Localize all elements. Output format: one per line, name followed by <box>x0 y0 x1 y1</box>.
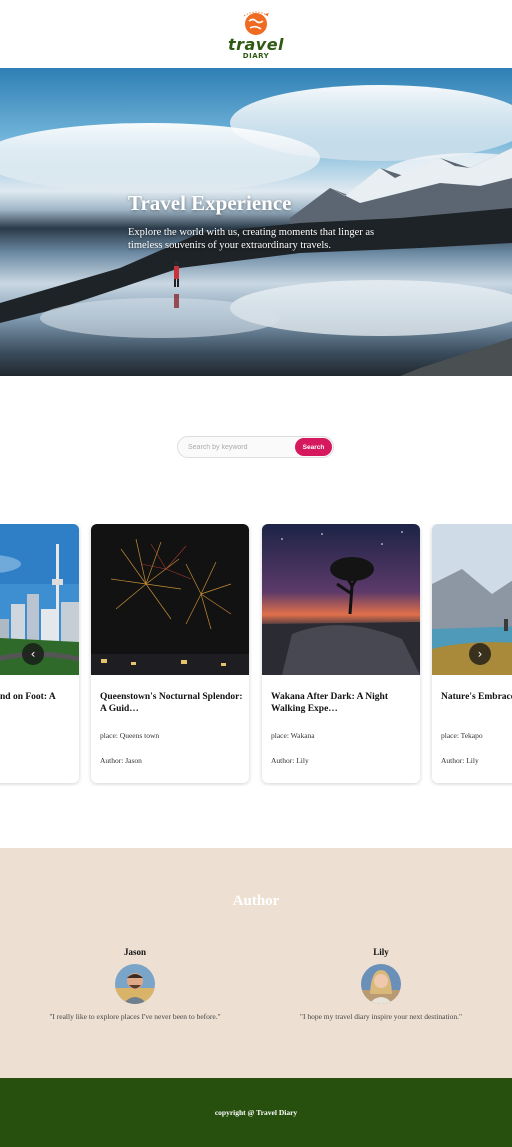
author-section: Author Jason "I really like to explore p… <box>0 848 512 1078</box>
author-card: Jason "I really like to explore places I… <box>15 947 255 1021</box>
chevron-left-icon[interactable]: ‹ <box>22 643 44 665</box>
card-title: Nature's Embrace Walkthroug… <box>441 692 512 702</box>
chevron-right-icon[interactable]: › <box>469 643 491 665</box>
card-place: place: Tekapo <box>441 731 483 740</box>
logo-subtext: DIARY <box>242 52 270 60</box>
site-footer: copyright @ Travel Diary <box>0 1078 512 1147</box>
author-quote: "I really like to explore places I've ne… <box>49 1012 221 1021</box>
card-place: place: Wakana <box>271 731 315 740</box>
copyright-text: copyright @ Travel Diary <box>214 1108 298 1117</box>
post-carousel: nd on Foot: A Queenstown's Nocturnal Spl… <box>0 524 512 786</box>
post-card[interactable]: Wakana After Dark: A Night Walking Expe…… <box>262 524 420 783</box>
post-card[interactable]: Queenstown's Nocturnal Splendor: A Guid…… <box>91 524 249 783</box>
card-author: Author: Jason <box>100 756 142 765</box>
night-tree-photo <box>262 524 420 675</box>
hero-title: Travel Experience <box>128 191 292 215</box>
card-title: nd on Foot: A <box>0 692 56 702</box>
hero-banner: Travel Experience Explore the world with… <box>0 68 512 376</box>
author-quote: "I hope my travel diary inspire your nex… <box>299 1012 463 1021</box>
author-name: Lily <box>373 947 389 957</box>
fireworks-photo <box>91 524 249 675</box>
search-button[interactable]: Search <box>295 438 332 456</box>
search-bar: Search <box>177 436 334 458</box>
card-author: Author: Lily <box>441 756 479 765</box>
site-header: travel DIARY <box>0 0 512 68</box>
author-name: Jason <box>123 947 146 957</box>
author-section-title: Author <box>232 893 280 909</box>
hero-subtitle: Explore the world with us, creating mome… <box>128 227 375 251</box>
card-title: Wakana After Dark: A Night Walking Expe… <box>271 692 389 714</box>
card-title: Queenstown's Nocturnal Splendor: A Guid… <box>100 692 243 714</box>
search-input[interactable] <box>178 443 296 451</box>
card-place: place: Queens town <box>100 731 160 740</box>
avatar[interactable] <box>361 964 401 1004</box>
author-card: Lily "I hope my travel diary inspire you… <box>261 947 501 1021</box>
globe-plane-icon <box>243 11 269 35</box>
card-author: Author: Lily <box>271 756 309 765</box>
logo[interactable]: travel DIARY <box>228 8 284 60</box>
logo-text: travel <box>227 35 285 54</box>
avatar[interactable] <box>115 964 155 1004</box>
